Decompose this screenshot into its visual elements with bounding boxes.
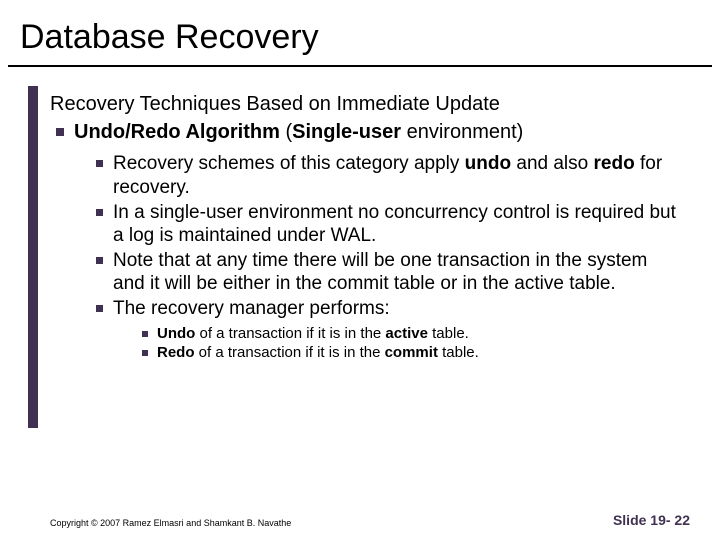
slide-number: Slide 19- 22 — [613, 512, 690, 528]
bullet-level1: Undo/Redo Algorithm (Single-user environ… — [50, 120, 680, 144]
bullet-level3-text: Undo of a transaction if it is in the ac… — [157, 325, 469, 344]
footer: Copyright © 2007 Ramez Elmasri and Shamk… — [0, 512, 720, 528]
bullet-level2-text: Recovery schemes of this category apply … — [113, 152, 680, 198]
level3-list: Undo of a transaction if it is in the ac… — [142, 325, 680, 364]
bullet-level2-text: The recovery manager performs: — [113, 297, 390, 320]
content-area: Recovery Techniques Based on Immediate U… — [0, 67, 720, 363]
bullet-level2: The recovery manager performs: — [96, 297, 680, 320]
square-bullet-icon — [96, 209, 103, 216]
bullet-level3: Undo of a transaction if it is in the ac… — [142, 325, 680, 344]
copyright-text: Copyright © 2007 Ramez Elmasri and Shamk… — [50, 518, 291, 528]
subtitle: Recovery Techniques Based on Immediate U… — [50, 93, 680, 116]
bullet-level2-text: In a single-user environment no concurre… — [113, 201, 680, 247]
square-bullet-icon — [96, 305, 103, 312]
square-bullet-icon — [96, 160, 103, 167]
bullet-level1-text: Undo/Redo Algorithm (Single-user environ… — [74, 120, 523, 144]
bullet-level2: Note that at any time there will be one … — [96, 249, 680, 295]
slide-title: Database Recovery — [20, 18, 700, 57]
square-bullet-icon — [96, 257, 103, 264]
bullet-level2: In a single-user environment no concurre… — [96, 201, 680, 247]
square-bullet-icon — [56, 128, 64, 136]
level2-list: Recovery schemes of this category apply … — [96, 152, 680, 363]
bullet-level2: Recovery schemes of this category apply … — [96, 152, 680, 198]
bullet-level3-text: Redo of a transaction if it is in the co… — [157, 344, 479, 363]
title-block: Database Recovery — [0, 0, 720, 65]
bullet-level2-text: Note that at any time there will be one … — [113, 249, 680, 295]
square-bullet-icon — [142, 331, 148, 337]
square-bullet-icon — [142, 350, 148, 356]
bullet-level3: Redo of a transaction if it is in the co… — [142, 344, 680, 363]
